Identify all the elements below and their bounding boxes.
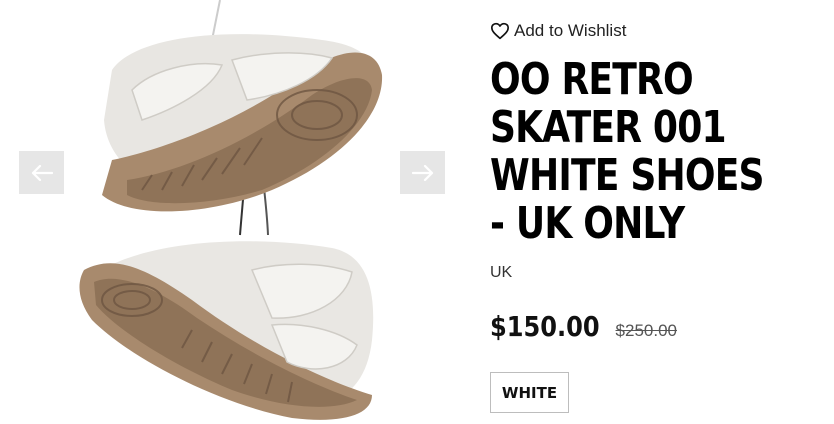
compare-price: $250.00	[615, 321, 677, 340]
product-title: OO RETRO SKATER 001 WHITE SHOES - UK ONL…	[490, 54, 765, 249]
next-image-button[interactable]	[400, 151, 445, 194]
variant-option-white[interactable]: WHITE	[490, 372, 569, 413]
wishlist-label: Add to Wishlist	[514, 21, 627, 40]
sale-price: $150.00	[490, 310, 600, 343]
add-to-wishlist-button[interactable]: Add to Wishlist	[490, 21, 626, 41]
prev-image-button[interactable]	[19, 151, 64, 194]
product-image	[79, 0, 383, 420]
heart-outline-icon	[491, 22, 509, 40]
product-region: UK	[490, 264, 513, 281]
price-row: $150.00 $250.00	[490, 310, 677, 343]
product-gallery	[0, 0, 465, 424]
arrow-left-icon	[31, 164, 53, 181]
arrow-right-icon	[411, 164, 433, 181]
